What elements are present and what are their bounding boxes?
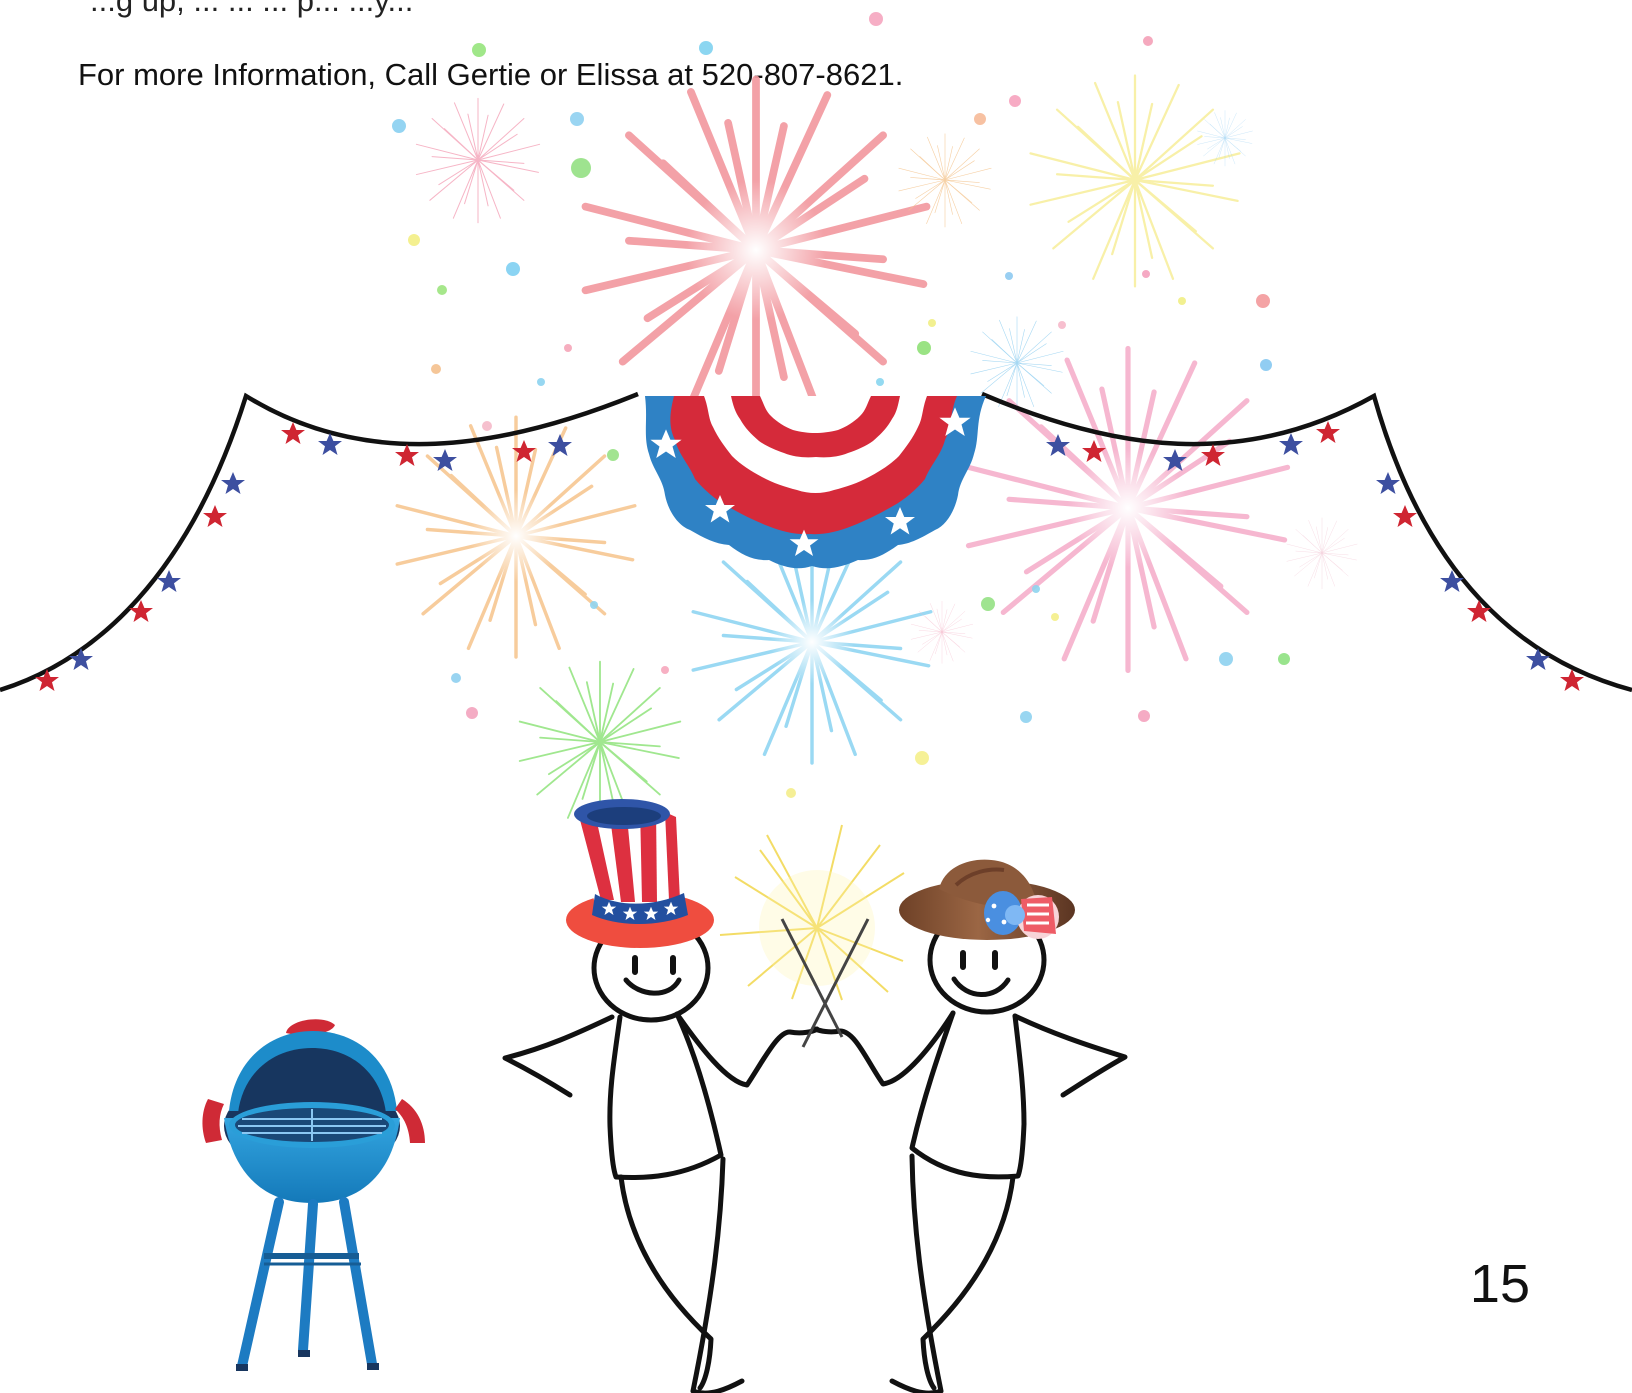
fourth-of-july-illustration (0, 12, 1632, 1393)
top-hat-icon (566, 799, 714, 948)
page-number: 15 (1469, 1254, 1530, 1314)
grill-icon (202, 1019, 425, 1371)
cowboy-hat-icon (899, 859, 1075, 940)
patriotic-bunting-icon (645, 396, 986, 569)
document-page: ...g up, ... ... ... p... ...y... For mo… (0, 0, 1632, 1393)
sparkler-icon (719, 824, 905, 1048)
